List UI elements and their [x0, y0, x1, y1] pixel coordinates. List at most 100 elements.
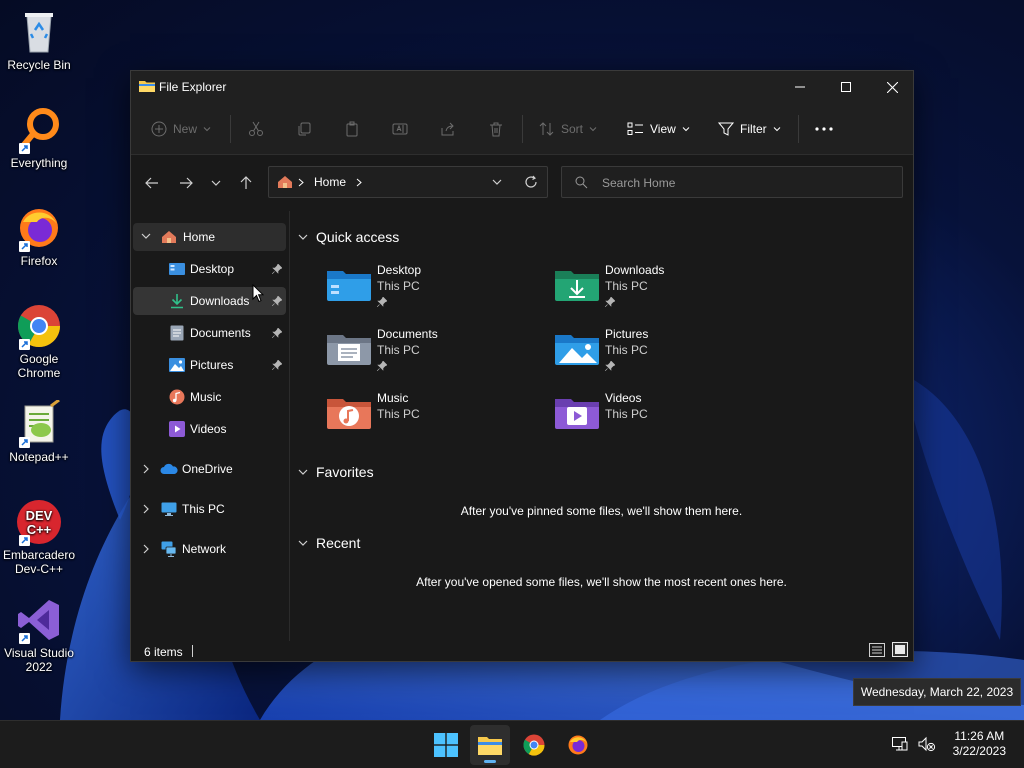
visual-studio-icon — [15, 596, 63, 644]
network-icon — [161, 541, 177, 557]
close-button[interactable] — [869, 71, 915, 103]
volume-muted-icon[interactable] — [918, 736, 936, 752]
sidebar-item-home[interactable]: Home — [133, 223, 286, 251]
desktop-icon-notepad-plus-plus[interactable]: Notepad++ — [0, 400, 78, 464]
navigation-bar: Home — [131, 155, 913, 211]
quick-access-item-location: This PC — [605, 343, 648, 357]
notepad-plus-plus-icon — [15, 400, 63, 448]
shortcut-arrow-icon — [19, 437, 30, 448]
sidebar-item-desktop[interactable]: Desktop — [133, 255, 286, 283]
desktop-icon-label: Firefox — [20, 254, 58, 268]
start-button[interactable] — [426, 725, 466, 765]
details-view-button[interactable] — [869, 643, 885, 657]
dev-cpp-icon: DEV C++ — [15, 498, 63, 546]
desktop-icon-embarcadero-dev-cpp[interactable]: DEV C++ Embarcadero Dev-C++ — [0, 498, 78, 576]
taskbar-firefox[interactable] — [558, 725, 598, 765]
quick-access-item-downloads[interactable]: Downloads This PC — [555, 263, 775, 319]
more-horizontal-icon — [815, 127, 833, 131]
quick-access-item-name: Videos — [605, 391, 642, 405]
desktop-icon-recycle-bin[interactable]: Recycle Bin — [0, 8, 78, 72]
arrow-up-icon — [240, 176, 252, 190]
pin-icon — [605, 297, 615, 307]
sidebar-item-documents[interactable]: Documents — [133, 319, 286, 347]
pin-icon — [377, 361, 387, 371]
sidebar-item-label: Downloads — [190, 294, 250, 308]
up-button[interactable] — [234, 173, 258, 193]
chevron-down-icon — [203, 125, 211, 133]
desktop-icon-everything[interactable]: Everything — [0, 106, 78, 170]
rename-button[interactable] — [392, 117, 408, 141]
clock-time: 11:26 AM — [954, 729, 1005, 743]
desktop-icon-visual-studio-2022[interactable]: Visual Studio 2022 — [0, 596, 78, 674]
delete-button[interactable] — [488, 117, 504, 141]
chevron-down-icon[interactable] — [141, 233, 151, 240]
desktop-icon-google-chrome[interactable]: Google Chrome — [0, 302, 78, 380]
copy-button[interactable] — [296, 117, 312, 141]
chevron-right-icon[interactable] — [143, 544, 150, 554]
view-button-label: View — [650, 122, 676, 136]
sidebar-item-music[interactable]: Music — [133, 383, 286, 411]
address-bar[interactable]: Home — [268, 166, 548, 198]
maximize-button[interactable] — [823, 71, 869, 103]
recent-locations-button[interactable] — [204, 173, 228, 193]
system-clock[interactable]: 11:26 AM 3/22/2023 — [953, 729, 1006, 759]
sidebar-item-videos[interactable]: Videos — [133, 415, 286, 443]
breadcrumb-home[interactable]: Home — [314, 175, 346, 189]
search-input[interactable] — [600, 173, 894, 193]
address-dropdown-button[interactable] — [492, 179, 502, 186]
chevron-right-icon[interactable] — [143, 504, 150, 514]
videos-folder-icon — [555, 393, 599, 429]
sort-button[interactable]: Sort — [539, 117, 597, 141]
refresh-button[interactable] — [524, 175, 538, 189]
quick-access-item-pictures[interactable]: Pictures This PC — [555, 327, 775, 383]
sidebar-item-label: Home — [183, 230, 216, 244]
title-bar[interactable]: File Explorer — [131, 71, 913, 103]
back-button[interactable] — [140, 173, 164, 193]
minimize-button[interactable] — [777, 71, 823, 103]
favorites-header[interactable]: Favorites — [298, 464, 374, 480]
running-indicator — [484, 760, 496, 763]
sidebar-item-onedrive[interactable]: OneDrive — [133, 455, 286, 483]
svg-text:DEV: DEV — [26, 508, 53, 523]
share-button[interactable] — [440, 117, 456, 141]
view-button[interactable]: View — [627, 117, 690, 141]
quick-access-item-desktop[interactable]: Desktop This PC — [327, 263, 547, 319]
sidebar-item-network[interactable]: Network — [133, 535, 286, 563]
sidebar-item-label: Desktop — [190, 262, 235, 276]
breadcrumb-separator-icon — [298, 178, 304, 187]
cut-button[interactable] — [248, 117, 264, 141]
recent-header[interactable]: Recent — [298, 535, 360, 551]
filter-button[interactable]: Filter — [718, 117, 781, 141]
more-options-button[interactable] — [815, 117, 833, 141]
sidebar-item-label: Videos — [190, 422, 227, 436]
chevron-down-icon — [773, 125, 781, 133]
pin-icon — [377, 297, 387, 307]
paste-button[interactable] — [344, 117, 360, 141]
firefox-icon — [15, 204, 63, 252]
quick-access-item-name: Music — [377, 391, 409, 405]
desktop-icon-label: Everything — [10, 156, 68, 170]
desktop-icon-firefox[interactable]: Firefox — [0, 204, 78, 268]
quick-access-item-documents[interactable]: Documents This PC — [327, 327, 547, 383]
taskbar-file-explorer[interactable] — [470, 725, 510, 765]
file-explorer-icon — [139, 79, 155, 93]
everything-icon — [15, 106, 63, 154]
sidebar-item-label: Documents — [190, 326, 251, 340]
display-network-icon[interactable] — [892, 736, 908, 752]
quick-access-item-music[interactable]: Music This PC — [327, 391, 547, 447]
sidebar-item-pictures[interactable]: Pictures — [133, 351, 286, 379]
music-icon — [169, 389, 185, 405]
pictures-folder-icon — [555, 329, 599, 365]
quick-access-item-videos[interactable]: Videos This PC — [555, 391, 775, 447]
chevron-right-icon[interactable] — [143, 464, 150, 474]
quick-access-header[interactable]: Quick access — [298, 229, 399, 245]
search-box[interactable] — [561, 166, 903, 198]
taskbar-google-chrome[interactable] — [514, 725, 554, 765]
music-folder-icon — [327, 393, 371, 429]
window-title: File Explorer — [159, 80, 227, 94]
new-button[interactable]: New — [151, 117, 211, 141]
sidebar-item-this-pc[interactable]: This PC — [133, 495, 286, 523]
shortcut-arrow-icon — [19, 339, 30, 350]
forward-button[interactable] — [174, 173, 198, 193]
tiles-view-button[interactable] — [892, 642, 908, 657]
